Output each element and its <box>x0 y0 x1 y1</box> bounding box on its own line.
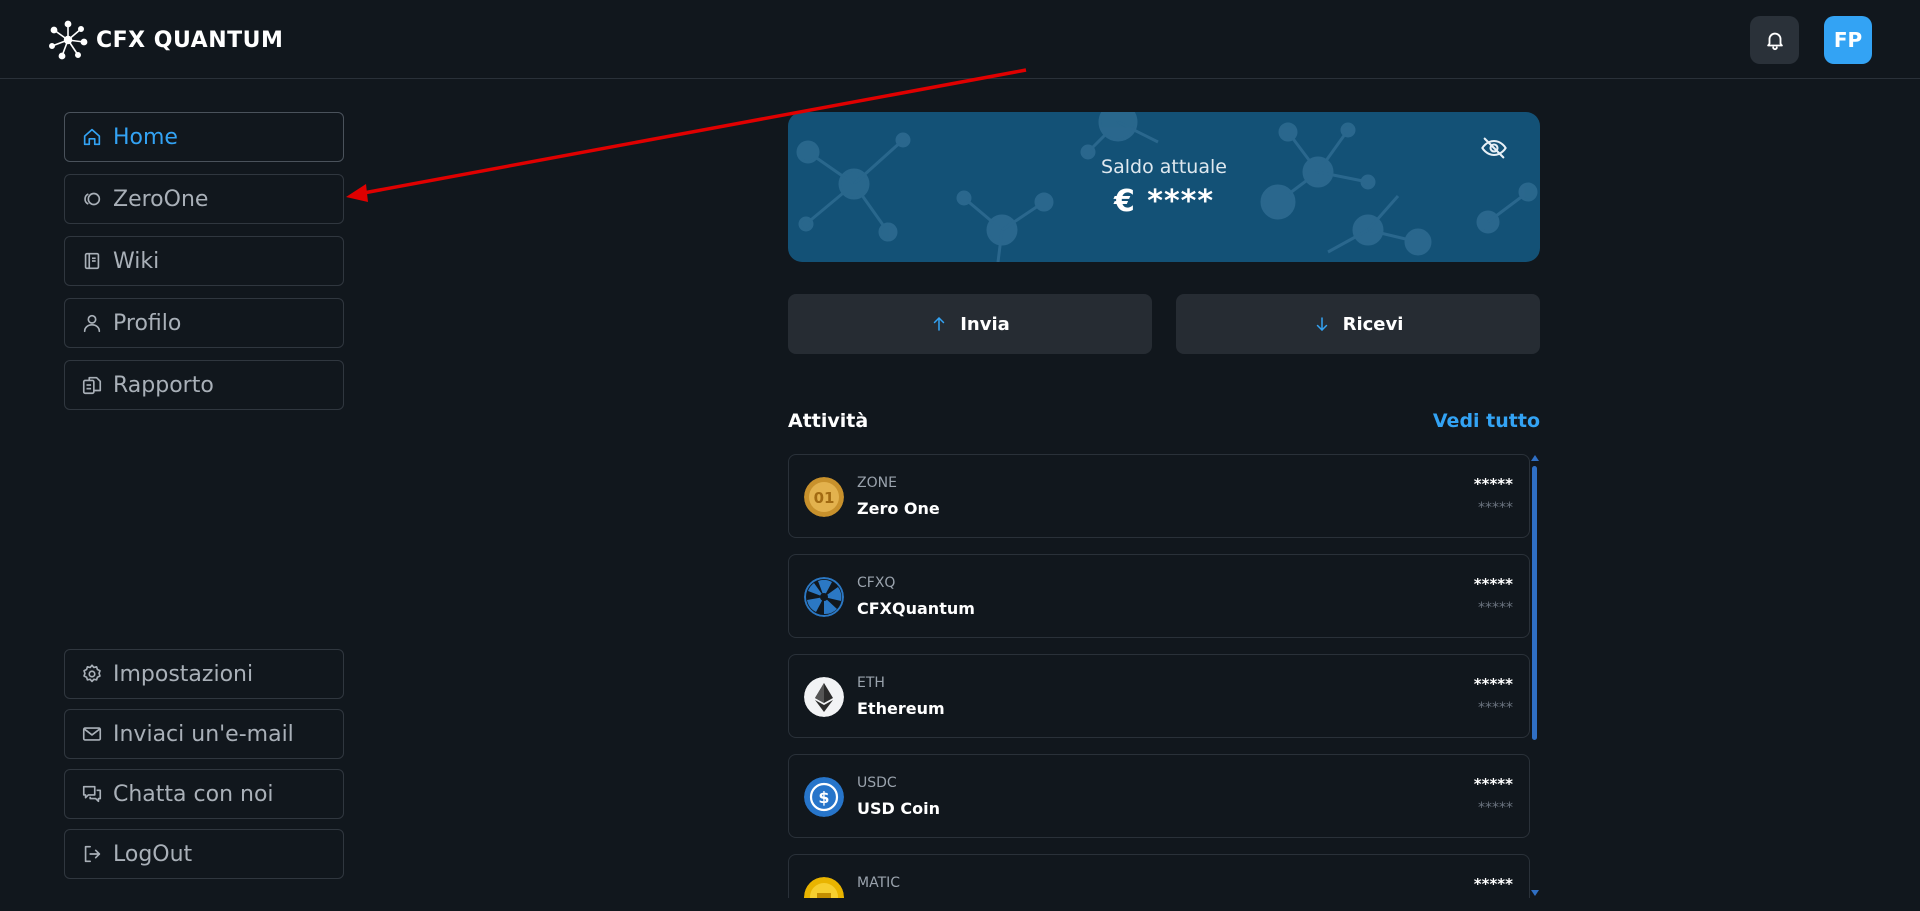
balance-value: € **** <box>1113 184 1215 219</box>
list-item[interactable]: ETH Ethereum ***** ***** <box>788 654 1530 738</box>
sidebar-item-wiki[interactable]: Wiki <box>64 236 344 286</box>
asset-amount: ***** <box>1473 475 1513 493</box>
sidebar-item-label: Impostazioni <box>113 661 254 687</box>
sidebar-item-label: Chatta con noi <box>113 781 274 807</box>
asset-fiat-value: ***** <box>1478 500 1513 516</box>
sidebar-item-label: Inviaci un'e-mail <box>113 721 294 747</box>
list-item[interactable]: 01 ZONE Zero One ***** ***** <box>788 454 1530 538</box>
sidebar-item-label: Rapporto <box>113 372 214 398</box>
zero-one-coin-icon: 01 <box>804 477 844 517</box>
sidebar-item-label: Profilo <box>113 310 182 336</box>
zeroone-icon <box>84 192 101 206</box>
molecule-logo-icon <box>48 20 88 60</box>
book-icon <box>84 252 100 270</box>
brand-name: CFX QUANTUM <box>96 27 284 53</box>
eye-off-icon[interactable] <box>1480 134 1508 162</box>
chat-icon <box>82 785 102 803</box>
sidebar-item-label: Wiki <box>113 248 160 274</box>
asset-name: CFXQuantum <box>857 599 975 618</box>
list-item[interactable]: CFXQ CFXQuantum ***** ***** <box>788 554 1530 638</box>
asset-name: Zero One <box>857 499 940 518</box>
list-item[interactable]: $ USDC USD Coin ***** ***** <box>788 754 1530 838</box>
asset-name: Ethereum <box>857 699 945 718</box>
receive-button[interactable]: Ricevi <box>1176 294 1540 354</box>
see-all-link[interactable]: Vedi tutto <box>1400 410 1540 432</box>
notifications-button[interactable] <box>1750 16 1799 64</box>
top-bar: CFX QUANTUM FP <box>0 0 1920 79</box>
sidebar-item-zeroone[interactable]: ZeroOne <box>64 174 344 224</box>
sidebar-item-label: LogOut <box>113 841 193 867</box>
asset-amount: ***** <box>1473 875 1513 893</box>
svg-text:01: 01 <box>814 489 835 507</box>
asset-amount: ***** <box>1473 775 1513 793</box>
asset-fiat-value: ***** <box>1478 800 1513 816</box>
ethereum-coin-icon <box>804 677 844 717</box>
sidebar-item-rapporto[interactable]: Rapporto <box>64 360 344 410</box>
user-icon <box>83 314 101 333</box>
usd-coin-icon: $ <box>804 777 844 817</box>
asset-symbol: ZONE <box>857 475 897 491</box>
scroll-down-arrow-icon[interactable] <box>1531 890 1539 896</box>
home-icon <box>83 128 101 146</box>
arrow-down-icon <box>1316 317 1327 331</box>
sidebar-item-label: ZeroOne <box>113 186 209 212</box>
scroll-up-arrow-icon[interactable] <box>1531 455 1539 461</box>
asset-fiat-value: ***** <box>1478 600 1513 616</box>
sidebar-item-chat[interactable]: Chatta con noi <box>64 769 344 819</box>
sidebar-item-profilo[interactable]: Profilo <box>64 298 344 348</box>
activity-scrollbar-thumb[interactable] <box>1532 466 1537 740</box>
list-item[interactable]: MATIC ***** <box>788 854 1530 898</box>
asset-symbol: ETH <box>857 675 885 691</box>
avatar[interactable]: FP <box>1824 16 1872 64</box>
bell-icon <box>1766 32 1783 51</box>
asset-amount: ***** <box>1473 575 1513 593</box>
asset-amount: ***** <box>1473 675 1513 693</box>
svg-text:$: $ <box>818 788 829 807</box>
brand[interactable]: CFX QUANTUM <box>48 20 283 60</box>
cfxquantum-coin-icon <box>804 577 844 617</box>
gear-icon <box>83 664 101 683</box>
asset-symbol: USDC <box>857 775 897 791</box>
asset-name: USD Coin <box>857 799 940 818</box>
logout-icon <box>84 845 101 863</box>
mail-icon <box>82 727 102 741</box>
balance-card: Saldo attuale € **** <box>788 112 1540 262</box>
sidebar-item-impostazioni[interactable]: Impostazioni <box>64 649 344 699</box>
asset-symbol: MATIC <box>857 875 901 891</box>
receive-label: Ricevi <box>1342 313 1404 335</box>
send-label: Invia <box>960 313 1010 335</box>
sidebar-item-label: Home <box>113 124 178 150</box>
matic-coin-icon <box>804 877 844 898</box>
sidebar-item-home[interactable]: Home <box>64 112 344 162</box>
balance-label: Saldo attuale <box>1101 156 1227 178</box>
arrow-up-icon <box>933 317 945 331</box>
sidebar-item-logout[interactable]: LogOut <box>64 829 344 879</box>
sidebar-item-email[interactable]: Inviaci un'e-mail <box>64 709 344 759</box>
asset-fiat-value: ***** <box>1478 700 1513 716</box>
report-icon <box>82 376 102 395</box>
send-button[interactable]: Invia <box>788 294 1152 354</box>
asset-symbol: CFXQ <box>857 575 896 591</box>
activity-list[interactable]: 01 ZONE Zero One ***** ***** CFXQ CFXQua… <box>788 454 1540 898</box>
activity-title: Attività <box>788 410 869 432</box>
